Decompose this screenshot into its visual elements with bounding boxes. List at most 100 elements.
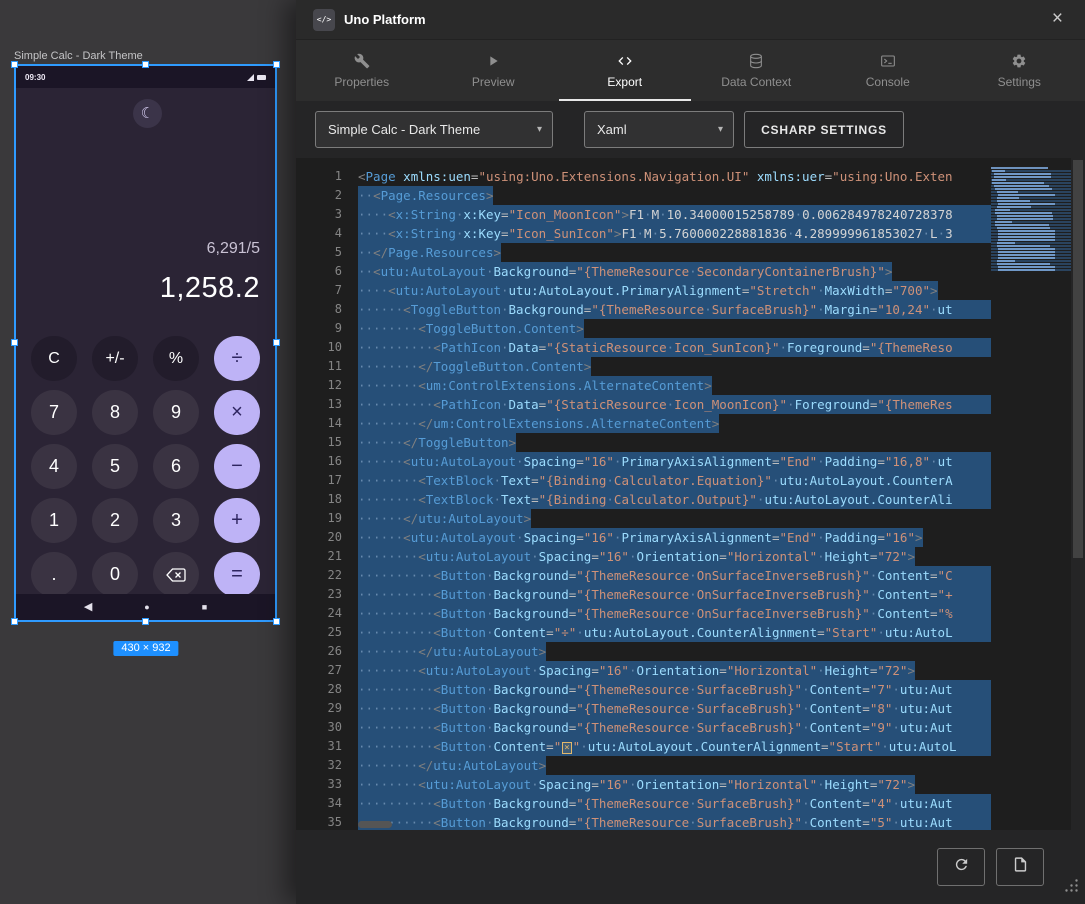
selection-handle[interactable] <box>11 61 18 68</box>
calc-key-plus-minus[interactable]: +/- <box>92 336 138 381</box>
code-line[interactable]: 13··········<PathIcon·Data="{StaticResou… <box>296 395 991 414</box>
csharp-settings-button[interactable]: CSHARP SETTINGS <box>744 111 904 148</box>
phone-preview[interactable]: 09:30 ☾ 6,291/5 1,258.2 C+/-%÷789×456−12… <box>16 66 275 620</box>
gear-icon <box>1011 53 1027 69</box>
code-editor[interactable]: 1<Page xmlns:uen="using:Uno.Extensions.N… <box>296 158 1085 830</box>
theme-select[interactable]: Simple Calc - Dark Theme ▾ <box>315 111 553 148</box>
selection-handle[interactable] <box>11 618 18 625</box>
code-line[interactable]: 1<Page xmlns:uen="using:Uno.Extensions.N… <box>296 167 991 186</box>
minimap-line <box>991 251 1071 253</box>
selection-handle[interactable] <box>273 339 280 346</box>
code-line[interactable]: 2··<Page.Resources> <box>296 186 991 205</box>
tab-console[interactable]: Console <box>822 40 954 101</box>
code-line[interactable]: 12········<um:ControlExtensions.Alternat… <box>296 376 991 395</box>
calc-key-percent[interactable]: % <box>153 336 199 381</box>
selection-handle[interactable] <box>11 339 18 346</box>
code-line[interactable]: 30··········<Button·Background="{ThemeRe… <box>296 718 991 737</box>
calc-key-backspace[interactable] <box>153 552 199 597</box>
code-line[interactable]: 17········<TextBlock·Text="{Binding·Calc… <box>296 471 991 490</box>
code-line[interactable]: 35··········<Button·Background="{ThemeRe… <box>296 813 991 830</box>
minimap-line <box>991 248 1071 250</box>
code-line[interactable]: 24··········<Button·Background="{ThemeRe… <box>296 604 991 623</box>
selection-handle[interactable] <box>273 61 280 68</box>
code-line[interactable]: 15······</ToggleButton> <box>296 433 991 452</box>
horizontal-scrollbar[interactable] <box>358 821 392 828</box>
refresh-button[interactable] <box>937 848 985 886</box>
selection-handle[interactable] <box>142 618 149 625</box>
minimap-line <box>991 167 1071 169</box>
calc-key-equals[interactable]: = <box>214 552 260 597</box>
resize-grip[interactable] <box>1064 878 1079 898</box>
code-line[interactable]: 11········</ToggleButton.Content> <box>296 357 991 376</box>
code-line[interactable]: 14········</um:ControlExtensions.Alterna… <box>296 414 991 433</box>
theme-select-value: Simple Calc - Dark Theme <box>328 122 480 137</box>
code-line[interactable]: 3····<x:String·x:Key="Icon_MoonIcon">F1·… <box>296 205 991 224</box>
calc-key-4[interactable]: 4 <box>31 444 77 489</box>
calc-key-9[interactable]: 9 <box>153 390 199 435</box>
code-line[interactable]: 32········</utu:AutoLayout> <box>296 756 991 775</box>
code-line[interactable]: 34··········<Button·Background="{ThemeRe… <box>296 794 991 813</box>
export-file-button[interactable] <box>996 848 1044 886</box>
code-line[interactable]: 20······<utu:AutoLayout·Spacing="16"·Pri… <box>296 528 991 547</box>
code-line[interactable]: 9········<ToggleButton.Content> <box>296 319 991 338</box>
tab-data-context[interactable]: Data Context <box>691 40 823 101</box>
selection-handle[interactable] <box>142 61 149 68</box>
nav-home-icon[interactable]: ● <box>144 603 149 612</box>
calc-key-2[interactable]: 2 <box>92 498 138 543</box>
code-line[interactable]: 16······<utu:AutoLayout·Spacing="16"·Pri… <box>296 452 991 471</box>
phone-selection[interactable]: 09:30 ☾ 6,291/5 1,258.2 C+/-%÷789×456−12… <box>14 64 277 622</box>
window-titlebar[interactable]: </> Uno Platform × <box>296 0 1085 40</box>
minimap-line <box>991 260 1071 262</box>
code-line[interactable]: 4····<x:String·x:Key="Icon_SunIcon">F1·M… <box>296 224 991 243</box>
tab-properties[interactable]: Properties <box>296 40 428 101</box>
theme-toggle-button[interactable]: ☾ <box>133 99 162 128</box>
code-line[interactable]: 27········<utu:AutoLayout·Spacing="16"·O… <box>296 661 991 680</box>
code-line[interactable]: 28··········<Button·Background="{ThemeRe… <box>296 680 991 699</box>
code-line[interactable]: 19······</utu:AutoLayout> <box>296 509 991 528</box>
calc-key-plus[interactable]: + <box>214 498 260 543</box>
calc-key-clear[interactable]: C <box>31 336 77 381</box>
vertical-scrollbar[interactable] <box>1071 158 1085 830</box>
artboard-label[interactable]: Simple Calc - Dark Theme <box>14 50 143 62</box>
calc-key-5[interactable]: 5 <box>92 444 138 489</box>
code-line[interactable]: 21········<utu:AutoLayout·Spacing="16"·O… <box>296 547 991 566</box>
minimap[interactable] <box>991 167 1071 830</box>
format-select-value: Xaml <box>597 122 627 137</box>
calc-key-divide[interactable]: ÷ <box>214 336 260 381</box>
calc-key-8[interactable]: 8 <box>92 390 138 435</box>
calc-key-3[interactable]: 3 <box>153 498 199 543</box>
tab-preview[interactable]: Preview <box>428 40 560 101</box>
code-line[interactable]: 26········</utu:AutoLayout> <box>296 642 991 661</box>
minimap-line <box>991 212 1071 214</box>
code-lines[interactable]: 1<Page xmlns:uen="using:Uno.Extensions.N… <box>296 158 991 830</box>
tab-export[interactable]: Export <box>559 40 691 101</box>
calc-key-1[interactable]: 1 <box>31 498 77 543</box>
code-line[interactable]: 23··········<Button·Background="{ThemeRe… <box>296 585 991 604</box>
selection-handle[interactable] <box>273 618 280 625</box>
calc-key-multiply[interactable]: × <box>214 390 260 435</box>
close-icon[interactable]: × <box>1052 8 1063 31</box>
nav-recents-icon[interactable]: ■ <box>202 603 207 612</box>
code-line[interactable]: 8······<ToggleButton·Background="{ThemeR… <box>296 300 991 319</box>
code-line[interactable]: 18········<TextBlock·Text="{Binding·Calc… <box>296 490 991 509</box>
format-select[interactable]: Xaml ▾ <box>584 111 734 148</box>
code-line[interactable]: 7····<utu:AutoLayout·utu:AutoLayout.Prim… <box>296 281 991 300</box>
code-line[interactable]: 10··········<PathIcon·Data="{StaticResou… <box>296 338 991 357</box>
calc-key-0[interactable]: 0 <box>92 552 138 597</box>
phone-status-bar: 09:30 <box>16 66 275 88</box>
minimap-line <box>991 242 1071 244</box>
calc-key-6[interactable]: 6 <box>153 444 199 489</box>
calc-key-dot[interactable]: . <box>31 552 77 597</box>
code-line[interactable]: 31··········<Button·Content="×"·utu:Auto… <box>296 737 991 756</box>
code-line[interactable]: 25··········<Button·Content="÷"·utu:Auto… <box>296 623 991 642</box>
code-line[interactable]: 5··</Page.Resources> <box>296 243 991 262</box>
nav-back-icon[interactable]: ◀ <box>84 602 92 613</box>
tab-settings[interactable]: Settings <box>954 40 1085 101</box>
code-line[interactable]: 33········<utu:AutoLayout·Spacing="16"·O… <box>296 775 991 794</box>
scrollbar-thumb[interactable] <box>1073 160 1083 558</box>
calc-key-minus[interactable]: − <box>214 444 260 489</box>
code-line[interactable]: 6··<utu:AutoLayout·Background="{ThemeRes… <box>296 262 991 281</box>
code-line[interactable]: 29··········<Button·Background="{ThemeRe… <box>296 699 991 718</box>
calc-key-7[interactable]: 7 <box>31 390 77 435</box>
code-line[interactable]: 22··········<Button·Background="{ThemeRe… <box>296 566 991 585</box>
